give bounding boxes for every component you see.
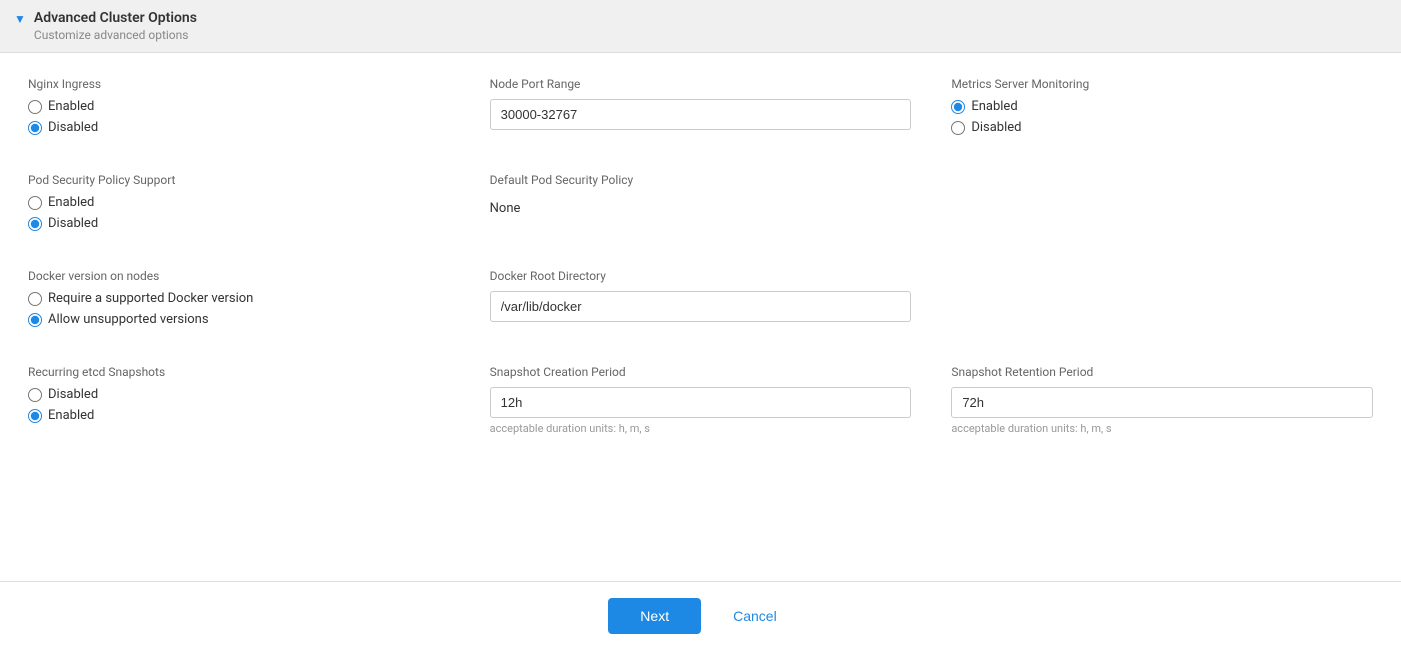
nginx-disabled-option[interactable]: Disabled (28, 120, 450, 135)
section-title: Advanced Cluster Options (34, 10, 197, 26)
metrics-server-group: Metrics Server Monitoring Enabled Disabl… (951, 77, 1373, 141)
nginx-enabled-option[interactable]: Enabled (28, 99, 450, 114)
metrics-disabled-label: Disabled (971, 120, 1021, 135)
psp-disabled-option[interactable]: Disabled (28, 216, 450, 231)
snapshot-creation-hint: acceptable duration units: h, m, s (490, 422, 912, 435)
metrics-enabled-option[interactable]: Enabled (951, 99, 1373, 114)
snapshot-retention-group: Snapshot Retention Period acceptable dur… (951, 365, 1373, 435)
page-wrapper: ▼ Advanced Cluster Options Customize adv… (0, 0, 1401, 650)
snapshot-creation-input[interactable] (490, 387, 912, 418)
etcd-disabled-option[interactable]: Disabled (28, 387, 450, 402)
empty-col-2 (951, 269, 1373, 333)
cancel-button[interactable]: Cancel (717, 598, 793, 634)
metrics-enabled-radio[interactable] (951, 100, 965, 114)
row-4: Recurring etcd Snapshots Disabled Enable… (28, 365, 1373, 435)
docker-unsupported-option[interactable]: Allow unsupported versions (28, 312, 450, 327)
docker-supported-label: Require a supported Docker version (48, 291, 253, 306)
docker-root-dir-input[interactable] (490, 291, 912, 322)
docker-version-label: Docker version on nodes (28, 269, 450, 283)
docker-supported-option[interactable]: Require a supported Docker version (28, 291, 450, 306)
pod-security-policy-label: Pod Security Policy Support (28, 173, 450, 187)
etcd-enabled-label: Enabled (48, 408, 94, 423)
psp-enabled-label: Enabled (48, 195, 94, 210)
next-button[interactable]: Next (608, 598, 701, 634)
metrics-disabled-radio[interactable] (951, 121, 965, 135)
row-2: Pod Security Policy Support Enabled Disa… (28, 173, 1373, 237)
psp-enabled-option[interactable]: Enabled (28, 195, 450, 210)
docker-root-dir-group: Docker Root Directory (490, 269, 912, 333)
node-port-range-group: Node Port Range (490, 77, 912, 141)
snapshot-retention-hint: acceptable duration units: h, m, s (951, 422, 1373, 435)
docker-unsupported-radio[interactable] (28, 313, 42, 327)
docker-unsupported-label: Allow unsupported versions (48, 312, 209, 327)
psp-disabled-label: Disabled (48, 216, 98, 231)
nginx-ingress-label: Nginx Ingress (28, 77, 450, 91)
row-1: Nginx Ingress Enabled Disabled Node Port… (28, 77, 1373, 141)
empty-col-1 (951, 173, 1373, 237)
metrics-server-label: Metrics Server Monitoring (951, 77, 1373, 91)
pod-security-policy-group: Pod Security Policy Support Enabled Disa… (28, 173, 450, 237)
snapshot-retention-input[interactable] (951, 387, 1373, 418)
etcd-disabled-label: Disabled (48, 387, 98, 402)
metrics-disabled-option[interactable]: Disabled (951, 120, 1373, 135)
nginx-disabled-radio[interactable] (28, 121, 42, 135)
nginx-disabled-label: Disabled (48, 120, 98, 135)
footer: Next Cancel (0, 581, 1401, 650)
default-psp-value: None (490, 195, 912, 222)
snapshot-creation-group: Snapshot Creation Period acceptable dura… (490, 365, 912, 435)
nginx-enabled-radio[interactable] (28, 100, 42, 114)
recurring-etcd-group: Recurring etcd Snapshots Disabled Enable… (28, 365, 450, 435)
etcd-enabled-radio[interactable] (28, 409, 42, 423)
nginx-enabled-label: Enabled (48, 99, 94, 114)
psp-disabled-radio[interactable] (28, 217, 42, 231)
psp-enabled-radio[interactable] (28, 196, 42, 210)
docker-root-dir-label: Docker Root Directory (490, 269, 912, 283)
default-psp-label: Default Pod Security Policy (490, 173, 912, 187)
section-header: ▼ Advanced Cluster Options Customize adv… (0, 0, 1401, 53)
content-area: Nginx Ingress Enabled Disabled Node Port… (0, 53, 1401, 581)
snapshot-creation-label: Snapshot Creation Period (490, 365, 912, 379)
row-3: Docker version on nodes Require a suppor… (28, 269, 1373, 333)
docker-version-group: Docker version on nodes Require a suppor… (28, 269, 450, 333)
etcd-enabled-option[interactable]: Enabled (28, 408, 450, 423)
node-port-range-input[interactable] (490, 99, 912, 130)
section-header-text: Advanced Cluster Options Customize advan… (34, 10, 197, 42)
docker-supported-radio[interactable] (28, 292, 42, 306)
collapse-icon: ▼ (14, 12, 26, 26)
recurring-etcd-label: Recurring etcd Snapshots (28, 365, 450, 379)
etcd-disabled-radio[interactable] (28, 388, 42, 402)
section-subtitle: Customize advanced options (34, 28, 197, 42)
nginx-ingress-group: Nginx Ingress Enabled Disabled (28, 77, 450, 141)
snapshot-retention-label: Snapshot Retention Period (951, 365, 1373, 379)
default-pod-security-policy-group: Default Pod Security Policy None (490, 173, 912, 237)
metrics-enabled-label: Enabled (971, 99, 1017, 114)
node-port-range-label: Node Port Range (490, 77, 912, 91)
